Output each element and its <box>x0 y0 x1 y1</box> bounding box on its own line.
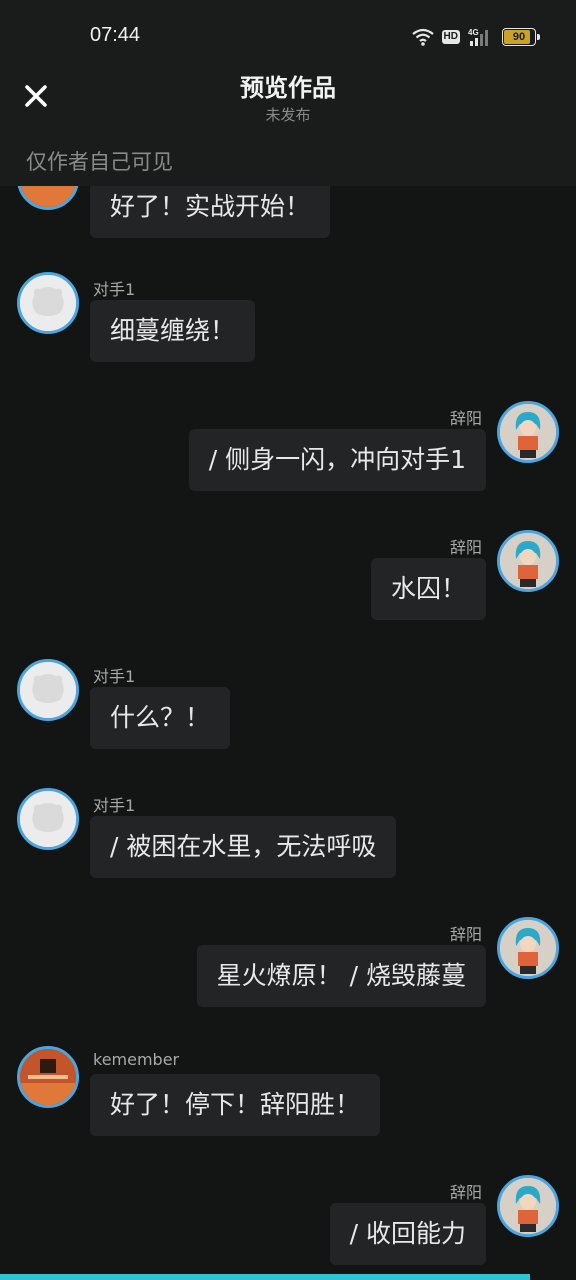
progress-bar <box>0 1274 530 1280</box>
kemember-avatar-image <box>20 1049 76 1105</box>
avatar[interactable] <box>497 917 559 979</box>
visibility-notice: 仅作者自己可见 <box>0 134 576 186</box>
sender-name: 对手1 <box>93 280 136 299</box>
avatar[interactable] <box>17 272 79 334</box>
chat-list[interactable]: 好了！实战开始！ 对手1 细蔓缠绕！ 辞阳 / 侧身一闪，冲向对手1 辞阳 水囚… <box>0 0 576 1280</box>
sender-name: 辞阳 <box>449 409 482 428</box>
sender-name: 辞阳 <box>449 1183 482 1202</box>
message-bubble[interactable]: / 被困在水里，无法呼吸 <box>90 816 397 878</box>
anime-character-avatar-image <box>500 920 556 976</box>
message-bubble[interactable]: 什么？！ <box>90 687 231 749</box>
sender-name: 对手1 <box>93 667 136 686</box>
avatar[interactable] <box>17 788 79 850</box>
avatar[interactable] <box>17 1046 79 1108</box>
message-bubble[interactable]: 水囚！ <box>370 558 486 620</box>
sender-name: 对手1 <box>93 796 136 815</box>
anime-character-avatar-image <box>500 533 556 589</box>
default-user-avatar-icon <box>20 662 76 718</box>
avatar[interactable] <box>497 530 559 592</box>
message-bubble[interactable]: / 侧身一闪，冲向对手1 <box>188 429 486 491</box>
message-bubble[interactable]: 细蔓缠绕！ <box>90 300 256 362</box>
sender-name: 辞阳 <box>449 925 482 944</box>
sender-name: kemember <box>93 1050 180 1069</box>
anime-character-avatar-image <box>500 404 556 460</box>
message-bubble[interactable]: 星火燎原！ / 烧毁藤蔓 <box>196 945 486 1007</box>
avatar[interactable] <box>17 659 79 721</box>
message-bubble[interactable]: 好了！停下！辞阳胜！ <box>90 1074 381 1136</box>
visibility-notice-text: 仅作者自己可见 <box>26 150 173 174</box>
message-bubble[interactable]: / 收回能力 <box>329 1203 486 1265</box>
sender-name: 辞阳 <box>449 538 482 557</box>
default-user-avatar-icon <box>20 791 76 847</box>
anime-character-avatar-image <box>500 1178 556 1234</box>
avatar[interactable] <box>497 1175 559 1237</box>
default-user-avatar-icon <box>20 275 76 331</box>
avatar[interactable] <box>497 401 559 463</box>
